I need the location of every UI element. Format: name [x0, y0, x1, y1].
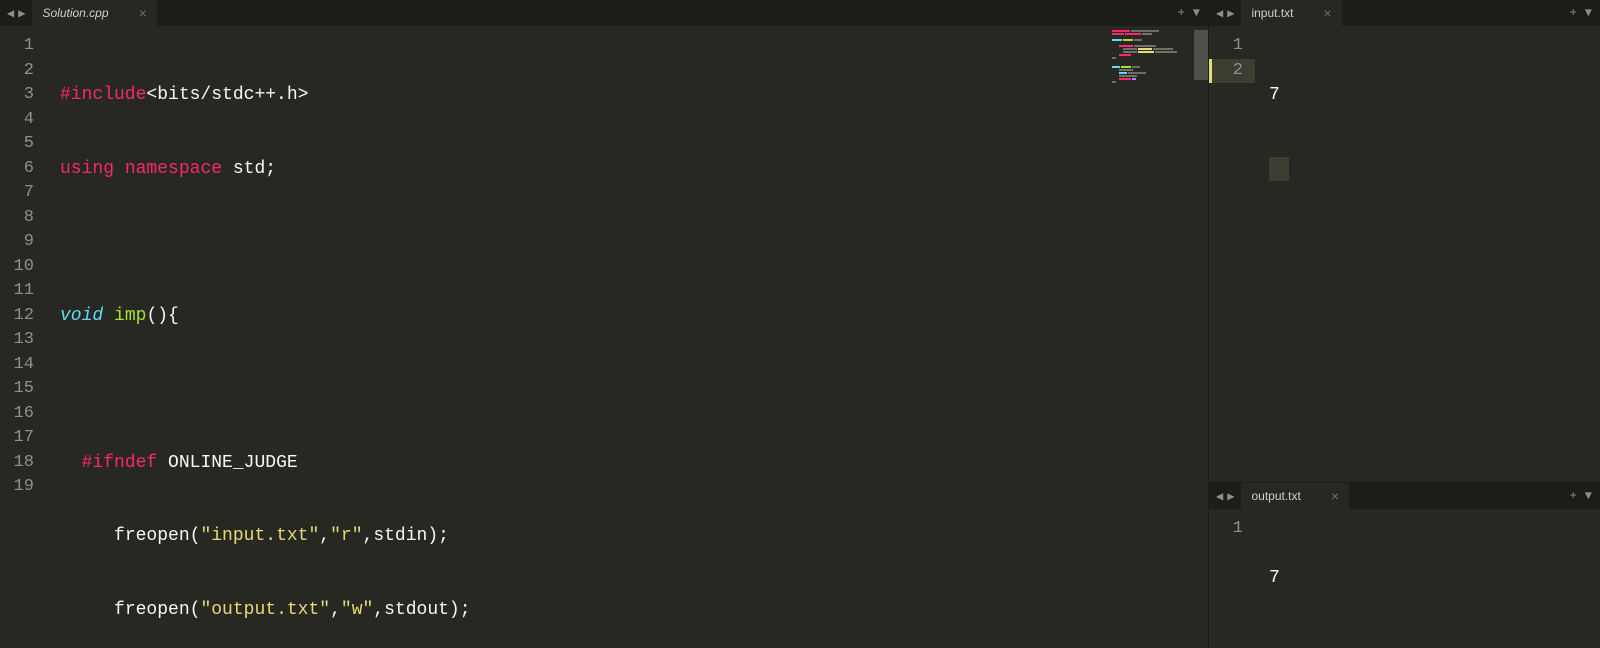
- tab-controls: + ▼: [1568, 489, 1600, 503]
- line-number: 6: [8, 157, 34, 182]
- line-number: 2: [1209, 59, 1255, 84]
- line-number: 14: [8, 353, 34, 378]
- minimap-scrollbar[interactable]: [1194, 30, 1208, 80]
- code-line: using namespace std;: [60, 157, 1108, 182]
- line-number: 11: [8, 279, 34, 304]
- tab-nav: ◀ ▶: [0, 6, 32, 21]
- code-line: 7: [1269, 83, 1600, 108]
- tab-input[interactable]: input.txt ×: [1241, 0, 1341, 26]
- code-line: [60, 230, 1108, 255]
- code-line: [1269, 157, 1600, 182]
- tab-menu-icon[interactable]: ▼: [1583, 6, 1594, 20]
- new-tab-icon[interactable]: +: [1568, 6, 1579, 20]
- output-editor[interactable]: 1 7: [1209, 509, 1600, 648]
- tab-menu-icon[interactable]: ▼: [1191, 6, 1202, 20]
- tab-label: output.txt: [1251, 489, 1300, 503]
- close-icon[interactable]: ×: [139, 5, 147, 21]
- tab-next-icon[interactable]: ▶: [1226, 6, 1235, 21]
- line-number: 1: [8, 34, 34, 59]
- line-number: 9: [8, 230, 34, 255]
- code-line: freopen("input.txt","r",stdin);: [60, 524, 1108, 549]
- code-line: void imp(){: [60, 304, 1108, 329]
- line-number: 7: [8, 181, 34, 206]
- tab-label: input.txt: [1251, 6, 1293, 20]
- line-number: 13: [8, 328, 34, 353]
- left-pane: ◀ ▶ Solution.cpp × + ▼ 1 2 3 4 5 6 7 8: [0, 0, 1209, 648]
- code-line: [60, 377, 1108, 402]
- line-number: 10: [8, 255, 34, 280]
- line-number: 3: [8, 83, 34, 108]
- input-pane: ◀ ▶ input.txt × + ▼ 1 2 7: [1209, 0, 1600, 482]
- line-number: 16: [8, 402, 34, 427]
- code-line: freopen("output.txt","w",stdout);: [60, 598, 1108, 623]
- tab-next-icon[interactable]: ▶: [1226, 489, 1235, 504]
- line-number: 12: [8, 304, 34, 329]
- input-tabbar: ◀ ▶ input.txt × + ▼: [1209, 0, 1600, 26]
- code-line: #ifndef ONLINE_JUDGE: [60, 451, 1108, 476]
- close-icon[interactable]: ×: [1324, 5, 1332, 21]
- line-number: 2: [8, 59, 34, 84]
- right-column: ◀ ▶ input.txt × + ▼ 1 2 7: [1209, 0, 1600, 648]
- left-tabbar: ◀ ▶ Solution.cpp × + ▼: [0, 0, 1208, 26]
- code-line: #include<bits/stdc++.h>: [60, 83, 1108, 108]
- input-code[interactable]: 7: [1255, 26, 1600, 482]
- close-icon[interactable]: ×: [1331, 488, 1339, 504]
- output-code[interactable]: 7: [1255, 509, 1600, 648]
- line-number: 5: [8, 132, 34, 157]
- line-number: 15: [8, 377, 34, 402]
- tab-label: Solution.cpp: [42, 6, 108, 20]
- output-pane: ◀ ▶ output.txt × + ▼ 1 7: [1209, 482, 1600, 648]
- tab-solution[interactable]: Solution.cpp ×: [32, 0, 156, 26]
- line-number: 1: [1217, 34, 1243, 59]
- line-number: 4: [8, 108, 34, 133]
- left-gutter: 1 2 3 4 5 6 7 8 9 10 11 12 13 14 15 16 1…: [0, 26, 46, 648]
- output-tabbar: ◀ ▶ output.txt × + ▼: [1209, 483, 1600, 509]
- code-area[interactable]: #include<bits/stdc++.h> using namespace …: [46, 26, 1108, 648]
- tab-prev-icon[interactable]: ◀: [1215, 6, 1224, 21]
- line-number: 8: [8, 206, 34, 231]
- tab-controls: + ▼: [1176, 6, 1208, 20]
- new-tab-icon[interactable]: +: [1568, 489, 1579, 503]
- new-tab-icon[interactable]: +: [1176, 6, 1187, 20]
- line-number: 17: [8, 426, 34, 451]
- input-gutter: 1 2: [1209, 26, 1255, 482]
- tab-nav: ◀ ▶: [1209, 6, 1241, 21]
- tab-output[interactable]: output.txt ×: [1241, 483, 1349, 509]
- code-line: 7: [1269, 566, 1600, 591]
- left-editor[interactable]: 1 2 3 4 5 6 7 8 9 10 11 12 13 14 15 16 1…: [0, 26, 1208, 648]
- line-number: 1: [1217, 517, 1243, 542]
- tab-controls: + ▼: [1568, 6, 1600, 20]
- tab-prev-icon[interactable]: ◀: [6, 6, 15, 21]
- input-editor[interactable]: 1 2 7: [1209, 26, 1600, 482]
- tab-next-icon[interactable]: ▶: [17, 6, 26, 21]
- output-gutter: 1: [1209, 509, 1255, 648]
- line-number: 18: [8, 451, 34, 476]
- line-number: 19: [8, 475, 34, 500]
- tab-prev-icon[interactable]: ◀: [1215, 489, 1224, 504]
- tab-nav: ◀ ▶: [1209, 489, 1241, 504]
- app-root: ◀ ▶ Solution.cpp × + ▼ 1 2 3 4 5 6 7 8: [0, 0, 1600, 648]
- tab-menu-icon[interactable]: ▼: [1583, 489, 1594, 503]
- minimap[interactable]: [1108, 26, 1208, 648]
